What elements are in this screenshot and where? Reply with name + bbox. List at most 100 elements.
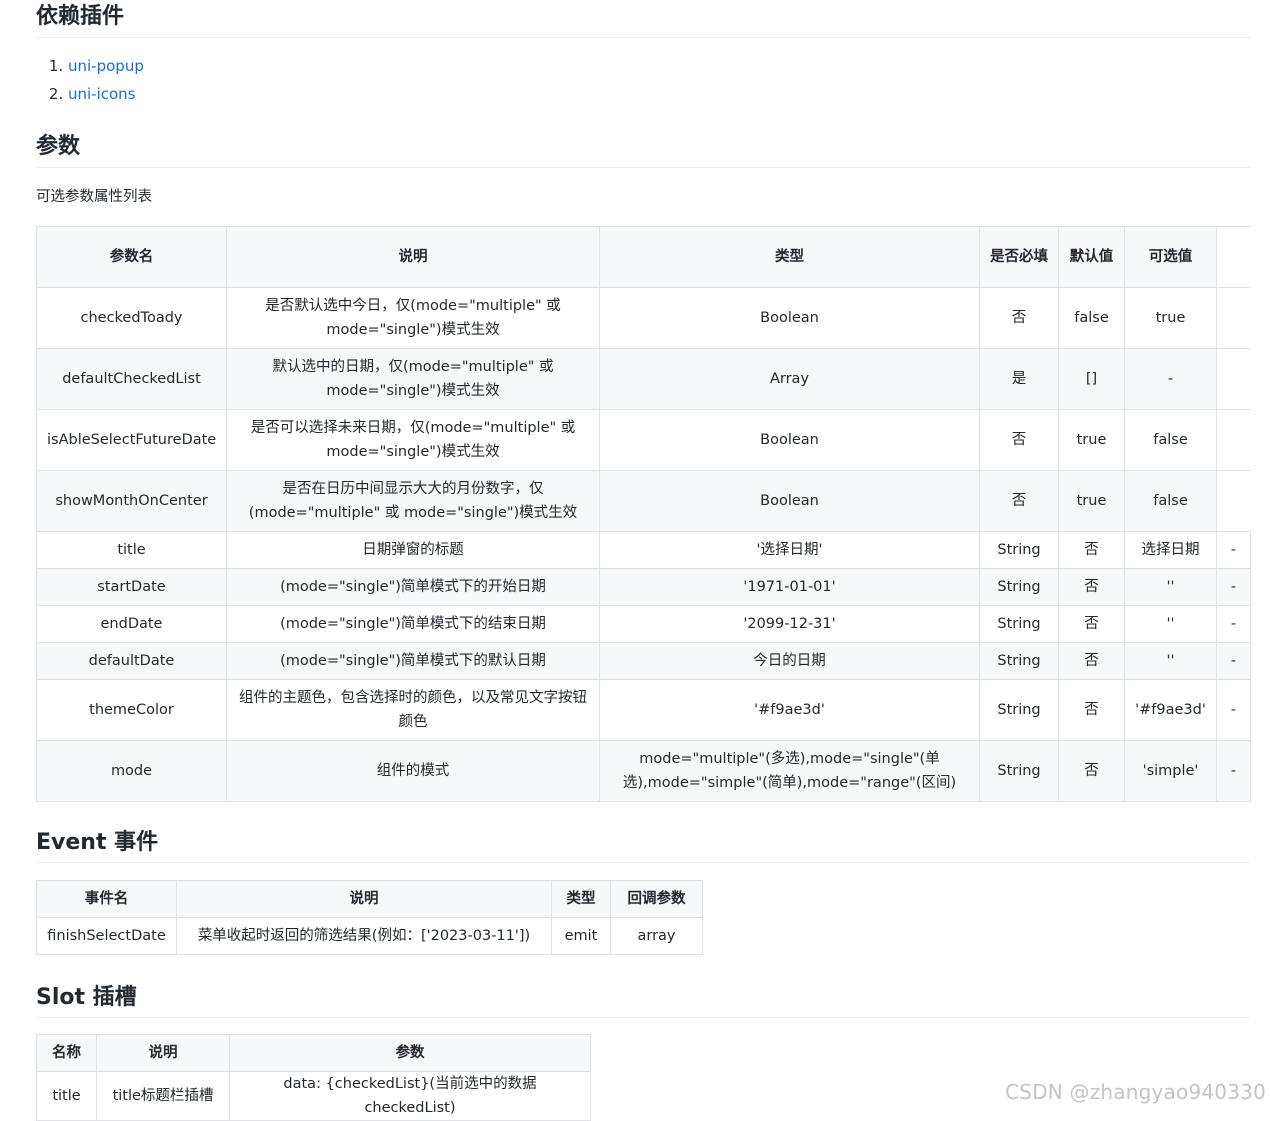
cell: '' [1124, 605, 1217, 643]
cell: '选择日期' [599, 531, 980, 569]
table-row: showMonthOnCenter 是否在日历中间显示大大的月份数字，仅(mode… [36, 470, 1251, 532]
col-header: 是否必填 [979, 226, 1059, 288]
cell: '#f9ae3d' [599, 679, 980, 741]
cell: 组件的主题色，包含选择时的颜色，以及常见文字按钮颜色 [226, 679, 600, 741]
params-description: 可选参数属性列表 [36, 189, 152, 205]
table-row: endDate (mode="single")简单模式下的结束日期 '2099-12… [36, 605, 1251, 643]
cell: '' [1124, 642, 1217, 680]
params-heading: 参数 [36, 128, 1250, 168]
cell: checkedToady [36, 287, 227, 349]
cell: - [1124, 348, 1217, 410]
col-header: 类型 [599, 226, 980, 288]
cell: startDate [36, 568, 227, 606]
cell: title [36, 1071, 97, 1121]
cell: 是 [979, 348, 1059, 410]
cell: defaultDate [36, 642, 227, 680]
cell: 是否在日历中间显示大大的月份数字，仅(mode="multiple" 或 mod… [226, 470, 600, 532]
events-table: 事件名 说明 类型 回调参数 finishSelectDate 菜单收起时返回的… [36, 880, 703, 955]
cell: 否 [979, 470, 1059, 532]
cell: - [1216, 568, 1251, 606]
cell: String [979, 679, 1059, 741]
table-row: finishSelectDate 菜单收起时返回的筛选结果(例如：['2023-… [36, 917, 703, 955]
col-header: 类型 [551, 880, 611, 918]
cell: showMonthOnCenter [36, 470, 227, 532]
table-row: isAbleSelectFutureDate 是否可以选择未来日期，仅(mode=… [36, 409, 1251, 471]
cell: (mode="single")简单模式下的开始日期 [226, 568, 600, 606]
cell: emit [551, 917, 611, 955]
cell: '2099-12-31' [599, 605, 980, 643]
cell: - [1216, 605, 1251, 643]
cell: title [36, 531, 227, 569]
cell: (mode="single")简单模式下的默认日期 [226, 642, 600, 680]
table-row: defaultCheckedList 默认选中的日期，仅(mode="multip… [36, 348, 1251, 410]
col-header: 参数 [229, 1034, 591, 1072]
document-page: 依赖插件 uni-popup uni-icons 参数 可选参数属性列表 参数名… [36, 0, 1251, 1121]
cell: 否 [1058, 605, 1125, 643]
cell: 选择日期 [1124, 531, 1217, 569]
cell: '' [1124, 568, 1217, 606]
table-row: mode 组件的模式 mode="multiple"(多选),mode="singl… [36, 740, 1251, 802]
params-table: 参数名 说明 类型 是否必填 默认值 可选值 checkedToady 是否默认选… [36, 226, 1251, 802]
watermark: CSDN @zhangyao940330 [1005, 1080, 1266, 1104]
table-header-row: 名称 说明 参数 [36, 1034, 591, 1072]
cell: mode="multiple"(多选),mode="single"(单选),mo… [599, 740, 980, 802]
cell: - [1216, 531, 1251, 569]
col-header: 参数名 [36, 226, 227, 288]
deps-heading: 依赖插件 [36, 0, 1250, 38]
col-header: 说明 [226, 226, 600, 288]
cell: false [1058, 287, 1125, 349]
cell: '1971-01-01' [599, 568, 980, 606]
cell: 是否可以选择未来日期，仅(mode="multiple" 或 mode="sin… [226, 409, 600, 471]
cell [1216, 470, 1251, 532]
list-item: uni-icons [68, 80, 1250, 108]
cell: mode [36, 740, 227, 802]
cell [1216, 287, 1251, 349]
col-header: 可选值 [1124, 226, 1217, 288]
cell: data: {checkedList}(当前选中的数据checkedList) [229, 1071, 591, 1121]
cell: Array [599, 348, 980, 410]
cell: - [1216, 642, 1251, 680]
table-row: defaultDate (mode="single")简单模式下的默认日期 今日的日… [36, 642, 1251, 680]
cell: (mode="single")简单模式下的结束日期 [226, 605, 600, 643]
cell: 否 [979, 287, 1059, 349]
cell: false [1124, 409, 1217, 471]
cell [1216, 348, 1251, 410]
link-uni-icons[interactable]: uni-icons [68, 85, 136, 103]
slots-heading: Slot 插槽 [36, 978, 1250, 1018]
cell: String [979, 605, 1059, 643]
cell: 否 [979, 409, 1059, 471]
cell: Boolean [599, 287, 980, 349]
cell: endDate [36, 605, 227, 643]
cell: String [979, 568, 1059, 606]
slots-table: 名称 说明 参数 title title标题栏插槽 data: {checked… [36, 1034, 591, 1121]
cell: Boolean [599, 470, 980, 532]
cell: 默认选中的日期，仅(mode="multiple" 或 mode="single… [226, 348, 600, 410]
cell: - [1216, 679, 1251, 741]
cell: String [979, 740, 1059, 802]
cell: 菜单收起时返回的筛选结果(例如：['2023-03-11']) [176, 917, 552, 955]
table-row: checkedToady 是否默认选中今日，仅(mode="multiple" 或… [36, 287, 1251, 349]
cell [1216, 409, 1251, 471]
cell: 否 [1058, 568, 1125, 606]
cell: 组件的模式 [226, 740, 600, 802]
table-header-row: 参数名 说明 类型 是否必填 默认值 可选值 [36, 226, 1251, 288]
cell: 今日的日期 [599, 642, 980, 680]
col-header: 说明 [96, 1034, 230, 1072]
cell: String [979, 531, 1059, 569]
col-header-empty [1216, 226, 1251, 288]
table-row: startDate (mode="single")简单模式下的开始日期 '1971-… [36, 568, 1251, 606]
table-row: title title标题栏插槽 data: {checkedList}(当前选… [36, 1071, 591, 1121]
cell: 日期弹窗的标题 [226, 531, 600, 569]
table-row: title 日期弹窗的标题 '选择日期' String 否选择日期 - [36, 531, 1251, 569]
cell: 否 [1058, 531, 1125, 569]
cell: true [1058, 409, 1125, 471]
cell: 否 [1058, 740, 1125, 802]
cell: array [610, 917, 703, 955]
cell: finishSelectDate [36, 917, 177, 955]
cell: true [1124, 287, 1217, 349]
col-header: 名称 [36, 1034, 97, 1072]
table-row: themeColor 组件的主题色，包含选择时的颜色，以及常见文字按钮颜色 '#f9… [36, 679, 1251, 741]
cell: String [979, 642, 1059, 680]
cell: 是否默认选中今日，仅(mode="multiple" 或 mode="singl… [226, 287, 600, 349]
link-uni-popup[interactable]: uni-popup [68, 57, 144, 75]
